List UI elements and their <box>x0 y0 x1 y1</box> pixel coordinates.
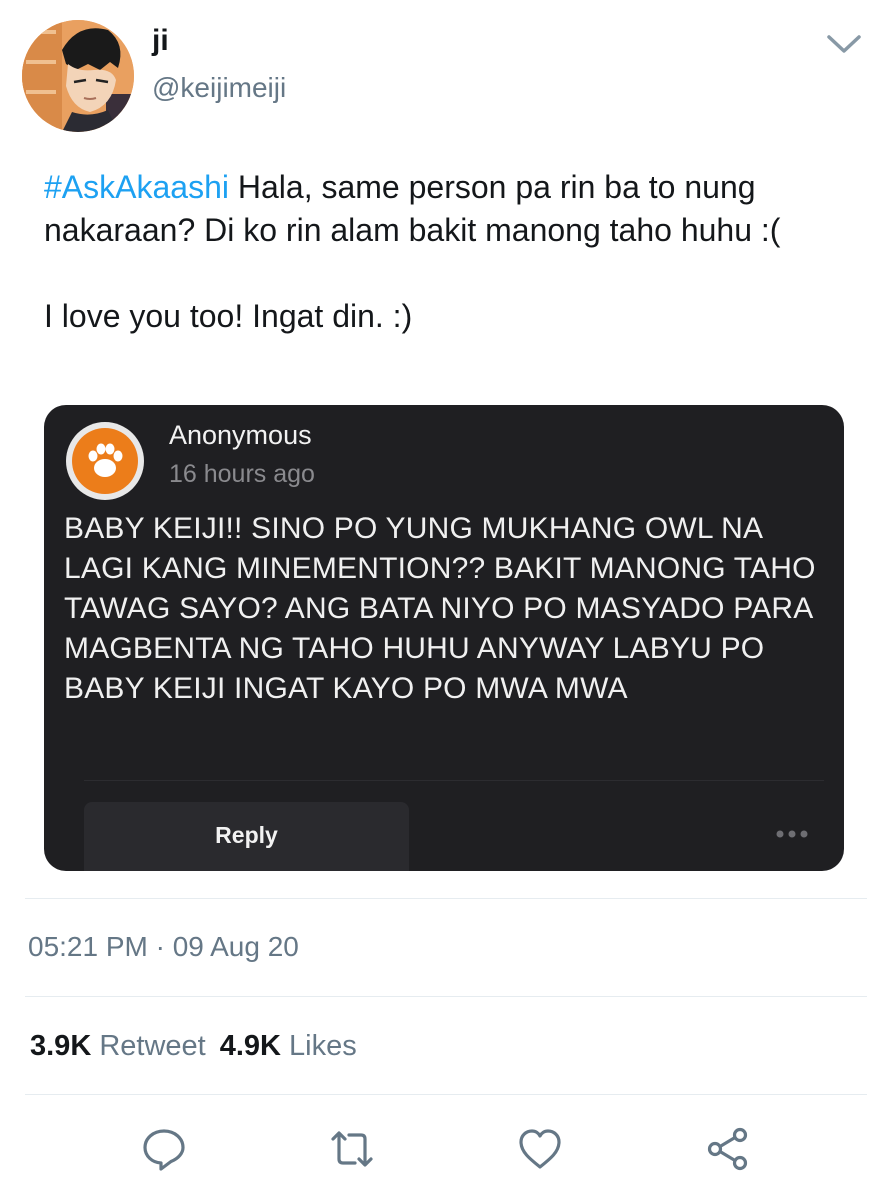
divider <box>25 898 867 899</box>
retweet-stat[interactable]: 3.9K Retweet <box>30 1030 206 1062</box>
more-dots-icon <box>774 826 810 838</box>
divider <box>25 996 867 997</box>
share-icon[interactable] <box>704 1125 752 1173</box>
tweet-stats: 3.9K Retweet 4.9K Likes <box>30 1030 357 1063</box>
chevron-down-icon[interactable] <box>826 32 862 56</box>
card-reply-button: Reply <box>84 802 409 871</box>
tweet-text: #AskAkaashi Hala, same person pa rin ba … <box>44 166 844 338</box>
retweet-count: 3.9K <box>30 1030 92 1062</box>
retweet-icon[interactable] <box>328 1125 376 1173</box>
tweet-timestamp: 05:21 PM · 09 Aug 20 <box>28 931 299 962</box>
card-timestamp: 16 hours ago <box>169 460 315 488</box>
attached-image[interactable]: Anonymous 16 hours ago BABY KEIJI!! SINO… <box>44 405 844 871</box>
paw-icon <box>72 428 138 494</box>
tweet-paragraph-1: #AskAkaashi Hala, same person pa rin ba … <box>44 166 844 252</box>
divider <box>25 1094 867 1095</box>
retweet-label: Retweet <box>99 1030 206 1062</box>
card-divider <box>84 780 824 781</box>
user-avatar[interactable] <box>22 20 134 132</box>
like-label: Likes <box>289 1030 357 1062</box>
display-name[interactable]: ji <box>152 24 169 58</box>
tweet-paragraph-2: I love you too! Ingat din. :) <box>44 298 413 334</box>
like-stat[interactable]: 4.9K Likes <box>220 1030 357 1062</box>
card-author-name: Anonymous <box>169 420 312 450</box>
anonymous-avatar <box>66 422 144 500</box>
heart-icon[interactable] <box>516 1125 564 1173</box>
like-count: 4.9K <box>219 1030 281 1062</box>
comment-icon[interactable] <box>140 1125 188 1173</box>
hashtag-link[interactable]: #AskAkaashi <box>44 169 229 205</box>
user-handle[interactable]: @keijimeiji <box>152 72 286 104</box>
card-question-text: BABY KEIJI!! SINO PO YUNG MUKHANG OWL NA… <box>64 512 816 705</box>
tweet-header: ji @keijimeiji <box>0 0 889 150</box>
